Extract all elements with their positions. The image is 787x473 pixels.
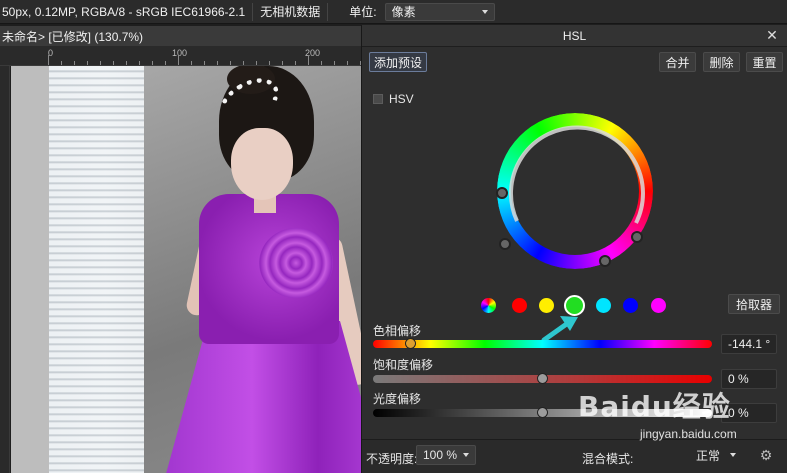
ruler-tick: [178, 55, 179, 65]
unit-label: 单位:: [349, 5, 377, 19]
swatch-blue[interactable]: [623, 298, 638, 313]
ruler-tick: [282, 61, 283, 65]
chevron-down-icon: [463, 453, 469, 457]
panel-title-bar[interactable]: HSL ✕: [362, 25, 787, 47]
unit-select-value: 像素: [391, 5, 416, 19]
hue-shift-label: 色相偏移: [373, 324, 422, 338]
canvas[interactable]: [11, 66, 362, 473]
camera-data-label: 无相机数据: [260, 5, 321, 19]
ruler-tick: [295, 61, 296, 65]
toolbar-divider: [252, 2, 254, 21]
window-blinds: [49, 66, 144, 473]
hsl-panel: HSL ✕ 添加预设 合并 删除 重置 HSV 拾取器 色相偏移 -144.1 …: [361, 25, 787, 473]
saturation-shift-value[interactable]: 0 %: [721, 369, 777, 389]
ruler-tick: [139, 61, 140, 65]
ruler-tick: [334, 61, 335, 65]
pointer-arrow-icon: [541, 316, 578, 343]
luminosity-shift-knob[interactable]: [537, 407, 548, 418]
picker-button[interactable]: 拾取器: [728, 294, 780, 314]
hue-shift-knob[interactable]: [404, 338, 416, 349]
toolbar-divider: [327, 2, 329, 21]
merge-button[interactable]: 合并: [659, 52, 696, 72]
saturation-shift-label: 饱和度偏移: [373, 358, 434, 372]
hsv-option[interactable]: HSV: [373, 92, 414, 106]
context-toolbar: 50px, 0.12MP, RGBA/8 - sRGB IEC61966-2.1…: [0, 0, 787, 24]
ruler-tick: [126, 61, 127, 65]
wheel-handle: [599, 255, 611, 267]
chevron-down-icon: [481, 9, 488, 14]
ruler-tick: [347, 61, 348, 65]
ruler-tick: [87, 61, 88, 65]
swatch-master[interactable]: [481, 298, 496, 313]
photo-image: [49, 66, 362, 473]
gear-icon[interactable]: ⚙: [758, 447, 774, 463]
ruler-tick: [191, 61, 192, 65]
panel-bottom-bar: 不透明度: 100 % 混合模式: 正常 ⚙: [362, 439, 787, 473]
document-tab[interactable]: 未命名> [已修改] (130.7%): [0, 26, 362, 46]
face: [231, 128, 293, 200]
ruler-tick: [230, 61, 231, 65]
luminosity-shift-value[interactable]: 0 %: [721, 403, 777, 423]
document-info: 50px, 0.12MP, RGBA/8 - sRGB IEC61966-2.1: [2, 4, 246, 19]
wheel-handle: [631, 231, 643, 243]
ruler-tick: [152, 61, 153, 65]
ruler-tick: [321, 61, 322, 65]
close-icon[interactable]: ✕: [765, 28, 779, 42]
ruler-label: 100: [172, 48, 188, 58]
document-tab-title: 未命名> [已修改] (130.7%): [2, 29, 144, 44]
opacity-select[interactable]: 100 %: [416, 445, 476, 465]
ruler-tick: [113, 61, 114, 65]
blend-mode-label: 混合模式:: [582, 452, 634, 466]
wheel-handle: [499, 238, 511, 250]
vertical-ruler[interactable]: [0, 66, 10, 473]
panel-title: HSL: [562, 28, 587, 43]
horizontal-ruler[interactable]: 0 100 200: [0, 46, 362, 66]
opacity-value: 100 %: [423, 448, 458, 462]
delete-button[interactable]: 删除: [703, 52, 740, 72]
ruler-tick: [243, 61, 244, 65]
ruler-tick: [61, 61, 62, 65]
hue-wheel[interactable]: [485, 111, 665, 271]
ruler-tick: [256, 61, 257, 65]
ruler-tick: [204, 61, 205, 65]
ruler-tick: [269, 61, 270, 65]
swatch-yellow[interactable]: [539, 298, 554, 313]
chevron-down-icon: [730, 453, 736, 457]
ruler-tick: [165, 61, 166, 65]
ruler-tick: [308, 55, 309, 65]
unit-select[interactable]: 像素: [384, 2, 495, 21]
luminosity-shift-label: 光度偏移: [373, 392, 422, 406]
ruler-tick: [74, 61, 75, 65]
swatch-cyan[interactable]: [596, 298, 611, 313]
wheel-handle: [496, 187, 508, 199]
reset-button[interactable]: 重置: [746, 52, 783, 72]
hsv-checkbox[interactable]: [373, 94, 383, 104]
ruler-tick: [100, 61, 101, 65]
swatch-red[interactable]: [512, 298, 527, 313]
add-preset-button[interactable]: 添加预设: [369, 52, 427, 72]
hue-shift-value[interactable]: -144.1 °: [721, 334, 777, 354]
swatch-magenta[interactable]: [651, 298, 666, 313]
hue-shift-slider[interactable]: [373, 340, 712, 348]
opacity-label: 不透明度:: [366, 452, 418, 466]
ruler-tick: [48, 55, 49, 65]
blend-mode-select[interactable]: 正常: [668, 445, 738, 465]
dress-rose: [259, 228, 333, 298]
hsv-label: HSV: [389, 92, 414, 106]
saturation-shift-knob[interactable]: [537, 373, 548, 384]
ruler-tick: [217, 61, 218, 65]
blend-mode-value: 正常: [695, 448, 720, 463]
